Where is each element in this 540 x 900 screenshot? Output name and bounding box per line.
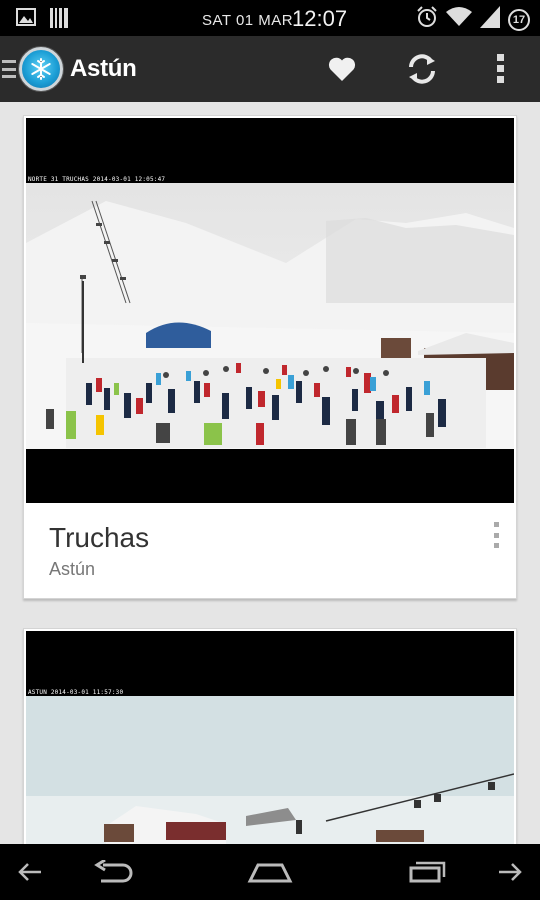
- image-icon: [16, 8, 36, 33]
- ski-slope-photo: [26, 183, 514, 449]
- wifi-icon: [446, 7, 472, 32]
- home-up-button[interactable]: Astún: [0, 36, 137, 102]
- action-bar-actions: [302, 36, 540, 102]
- status-notifications: [16, 8, 68, 33]
- page-title: Astún: [70, 55, 137, 82]
- signal-icon: [480, 6, 500, 33]
- favorite-button[interactable]: [302, 36, 382, 102]
- webcam-image[interactable]: ASTUN 2014-03-01 11:57:30: [26, 631, 514, 844]
- left-arrow-icon: [18, 863, 41, 881]
- webcam-card[interactable]: NORTE 31 TRUCHAS 2014-03-01 12:05:47 Tru…: [23, 115, 517, 599]
- status-bar: SAT 01 MAR 12:07 17: [0, 0, 540, 36]
- webcam-list[interactable]: NORTE 31 TRUCHAS 2014-03-01 12:05:47 Tru…: [0, 102, 540, 844]
- recent-apps-icon: [409, 861, 446, 883]
- webcam-card[interactable]: ASTUN 2014-03-01 11:57:30: [23, 628, 517, 844]
- refresh-icon: [409, 54, 435, 84]
- notification-count-badge: 17: [508, 8, 530, 31]
- back-icon: [94, 860, 133, 883]
- action-bar: Astún: [0, 36, 540, 102]
- home-button[interactable]: [242, 844, 298, 900]
- drawer-indicator-icon: [2, 60, 16, 78]
- status-date: SAT 01 MAR: [202, 12, 294, 29]
- right-arrow-icon: [499, 863, 522, 881]
- status-system-icons: 17: [416, 6, 530, 33]
- home-icon: [247, 863, 293, 883]
- heart-icon: [328, 57, 356, 81]
- back-button[interactable]: [86, 844, 142, 900]
- webcam-timestamp: ASTUN 2014-03-01 11:57:30: [28, 689, 124, 696]
- barcode-icon: [50, 8, 68, 33]
- snowflake-logo-icon: [19, 47, 63, 91]
- status-time: 12:07: [292, 6, 348, 31]
- webcam-title: Truchas: [49, 522, 150, 553]
- navigation-bar: [0, 844, 540, 900]
- webcam-image[interactable]: NORTE 31 TRUCHAS 2014-03-01 12:05:47: [26, 118, 514, 503]
- left-arrow-button[interactable]: [8, 844, 52, 900]
- overflow-menu-button[interactable]: [462, 36, 540, 102]
- ski-station-photo: [26, 696, 514, 844]
- recent-apps-button[interactable]: [400, 844, 456, 900]
- refresh-button[interactable]: [382, 36, 462, 102]
- webcam-timestamp: NORTE 31 TRUCHAS 2014-03-01 12:05:47: [28, 176, 166, 183]
- right-arrow-button[interactable]: [488, 844, 532, 900]
- webcam-info: Truchas Astún: [24, 504, 516, 600]
- overflow-menu-icon: [497, 54, 504, 83]
- alarm-icon: [416, 6, 438, 33]
- card-overflow-menu-icon[interactable]: [490, 522, 502, 548]
- webcam-subtitle: Astún: [49, 559, 96, 579]
